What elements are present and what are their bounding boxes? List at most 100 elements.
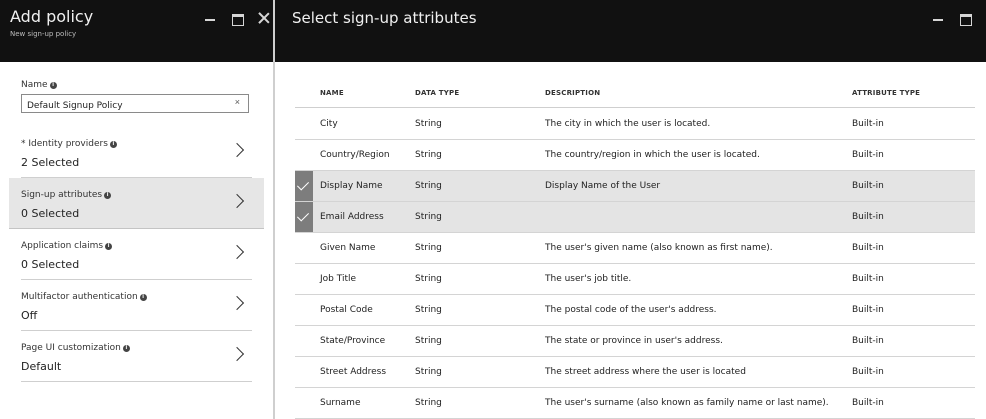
table-row[interactable]: Postal Code String The postal code of the … bbox=[295, 295, 975, 326]
select-sign-up-attributes-blade: Select sign-up attributes NAME DATA TYPE… bbox=[275, 0, 986, 419]
cell-name: Postal Code bbox=[320, 305, 373, 315]
column-header-attribute-type[interactable]: ATTRIBUTE TYPE bbox=[852, 89, 920, 97]
table-row[interactable]: Given Name String The user's given name (a… bbox=[295, 233, 975, 264]
clear-icon[interactable]: × bbox=[235, 97, 240, 107]
cell-attribute-type: Built-in bbox=[852, 243, 884, 253]
chevron-right-icon bbox=[232, 345, 244, 365]
menu-item-value: Default bbox=[21, 360, 62, 373]
cell-name: Job Title bbox=[320, 274, 357, 284]
checkmark-icon[interactable] bbox=[295, 202, 313, 232]
menu-item-value: 0 Selected bbox=[21, 207, 80, 220]
cell-attribute-type: Built-in bbox=[852, 119, 884, 129]
cell-description: The user's given name (also known as fir… bbox=[545, 243, 773, 253]
info-icon[interactable]: i bbox=[105, 243, 113, 250]
window-controls bbox=[932, 12, 986, 26]
cell-data-type: String bbox=[415, 150, 442, 160]
table-row[interactable]: Job Title String The user's job title. Buil… bbox=[295, 264, 975, 295]
menu-item-application-claims[interactable]: Application claims i 0 Selected bbox=[21, 229, 252, 280]
cell-attribute-type: Built-in bbox=[852, 305, 884, 315]
row-select-cell[interactable] bbox=[295, 326, 313, 356]
table-row[interactable]: Email Address String Built-in bbox=[295, 202, 975, 233]
add-policy-header: Add policy New sign-up policy bbox=[0, 0, 273, 62]
cell-attribute-type: Built-in bbox=[852, 336, 884, 346]
policy-name-group: Namei × bbox=[21, 80, 253, 114]
cell-data-type: String bbox=[415, 367, 442, 377]
menu-item-identity-providers[interactable]: * Identity providers i 2 Selected bbox=[21, 127, 252, 178]
cell-name: Email Address bbox=[320, 212, 384, 222]
cell-data-type: String bbox=[415, 119, 442, 129]
blade-title: Select sign-up attributes bbox=[292, 9, 477, 27]
cell-description: The user's job title. bbox=[545, 274, 632, 284]
table-row[interactable]: Display Name String Display Name of the Us… bbox=[295, 171, 975, 202]
cell-attribute-type: Built-in bbox=[852, 212, 884, 222]
cell-name: Given Name bbox=[320, 243, 376, 253]
attributes-table-header: NAME DATA TYPE DESCRIPTION ATTRIBUTE TYP… bbox=[295, 78, 975, 108]
table-row[interactable]: City String The city in which the user is … bbox=[295, 109, 975, 140]
info-icon[interactable]: i bbox=[139, 294, 147, 301]
window-controls bbox=[204, 12, 270, 26]
info-icon[interactable]: i bbox=[122, 345, 130, 352]
cell-attribute-type: Built-in bbox=[852, 398, 884, 408]
cell-name: Display Name bbox=[320, 181, 383, 191]
minimize-icon[interactable] bbox=[932, 12, 944, 24]
cell-description: The user's surname (also known as family… bbox=[545, 398, 829, 408]
column-header-data-type[interactable]: DATA TYPE bbox=[415, 89, 459, 97]
minimize-icon[interactable] bbox=[204, 12, 216, 24]
cell-data-type: String bbox=[415, 336, 442, 346]
checkmark-icon[interactable] bbox=[295, 171, 313, 201]
column-header-description[interactable]: DESCRIPTION bbox=[545, 89, 600, 97]
maximize-icon[interactable] bbox=[231, 12, 244, 26]
chevron-right-icon bbox=[232, 192, 244, 212]
table-row[interactable]: Street Address String The street address w… bbox=[295, 357, 975, 388]
policy-name-input[interactable] bbox=[22, 98, 222, 114]
blade-title: Add policy bbox=[10, 7, 94, 26]
info-icon[interactable]: i bbox=[109, 141, 117, 148]
cell-description: The state or province in user's address. bbox=[545, 336, 723, 346]
row-select-cell[interactable] bbox=[295, 233, 313, 263]
cell-name: State/Province bbox=[320, 336, 386, 346]
menu-item-label: * Identity providers bbox=[21, 139, 108, 149]
row-select-cell[interactable] bbox=[295, 388, 313, 418]
cell-data-type: String bbox=[415, 305, 442, 315]
table-row[interactable]: State/Province String The state or provinc… bbox=[295, 326, 975, 357]
cell-description: Display Name of the User bbox=[545, 181, 661, 191]
cell-description: The country/region in which the user is … bbox=[545, 150, 760, 160]
maximize-icon[interactable] bbox=[959, 12, 972, 26]
menu-item-multifactor-authentication[interactable]: Multifactor authentication i Off bbox=[21, 280, 252, 331]
cell-name: Street Address bbox=[320, 367, 387, 377]
menu-item-page-ui-customization[interactable]: Page UI customization i Default bbox=[21, 331, 252, 382]
cell-attribute-type: Built-in bbox=[852, 150, 884, 160]
row-select-cell[interactable] bbox=[295, 140, 313, 170]
row-select-cell[interactable] bbox=[295, 264, 313, 294]
menu-item-value: 0 Selected bbox=[21, 258, 80, 271]
attributes-header: Select sign-up attributes bbox=[275, 0, 986, 62]
close-icon[interactable] bbox=[258, 12, 270, 24]
info-icon[interactable]: i bbox=[104, 192, 112, 199]
cell-attribute-type: Built-in bbox=[852, 181, 884, 191]
cell-description: The street address where the user is loc… bbox=[545, 367, 746, 377]
chevron-right-icon bbox=[232, 141, 244, 161]
cell-data-type: String bbox=[415, 274, 442, 284]
info-icon[interactable]: i bbox=[49, 82, 57, 89]
cell-data-type: String bbox=[415, 243, 442, 253]
row-select-cell[interactable] bbox=[295, 357, 313, 387]
chevron-right-icon bbox=[232, 294, 244, 314]
menu-item-label: Multifactor authentication bbox=[21, 292, 138, 302]
policy-name-field[interactable]: × bbox=[21, 94, 249, 114]
table-row[interactable]: Country/Region String The country/region i… bbox=[295, 140, 975, 171]
cell-data-type: String bbox=[415, 181, 442, 191]
cell-attribute-type: Built-in bbox=[852, 367, 884, 377]
menu-item-label: Sign-up attributes bbox=[21, 190, 103, 200]
blade-subtitle: New sign-up policy bbox=[10, 30, 77, 38]
add-policy-blade: Add policy New sign-up policy Namei × * … bbox=[0, 0, 275, 419]
menu-item-value: Off bbox=[21, 309, 38, 322]
column-header-name[interactable]: NAME bbox=[320, 89, 344, 97]
row-select-cell[interactable] bbox=[295, 295, 313, 325]
chevron-right-icon bbox=[232, 243, 244, 263]
cell-name: Surname bbox=[320, 398, 361, 408]
menu-item-sign-up-attributes[interactable]: Sign-up attributes i 0 Selected bbox=[9, 178, 264, 229]
table-row[interactable]: Surname String The user's surname (also kn… bbox=[295, 388, 975, 419]
menu-item-value: 2 Selected bbox=[21, 156, 80, 169]
cell-description: The city in which the user is located. bbox=[545, 119, 711, 129]
row-select-cell[interactable] bbox=[295, 109, 313, 139]
